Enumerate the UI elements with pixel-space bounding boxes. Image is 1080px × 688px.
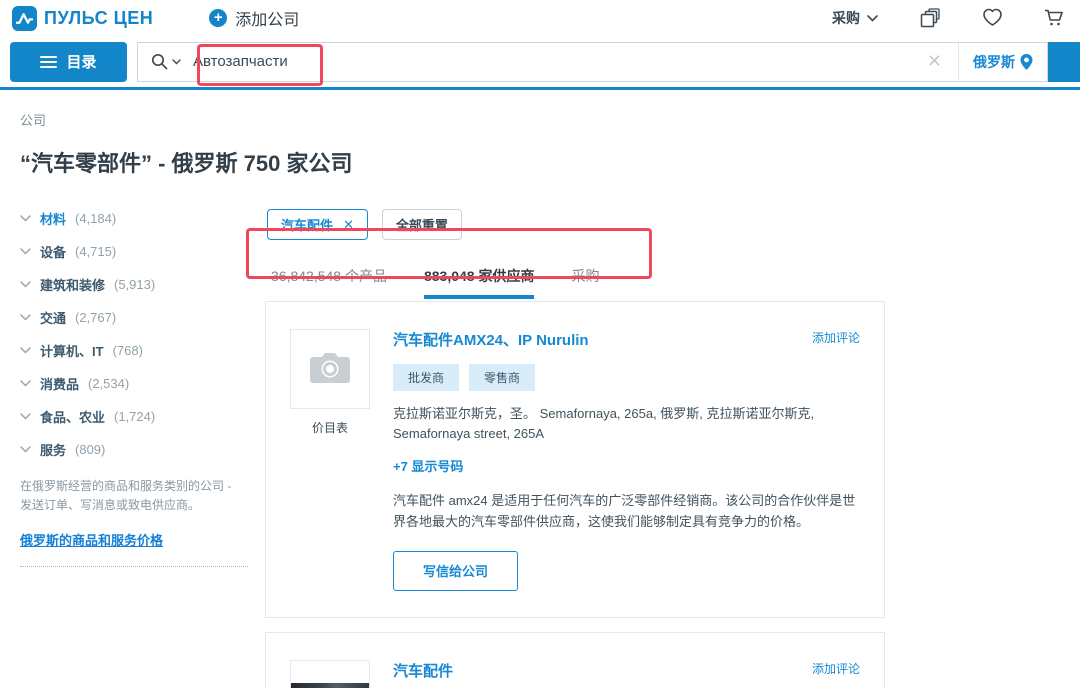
company-photo-placeholder[interactable] [290,329,370,409]
hamburger-icon [40,56,57,68]
sidebar-item-materials[interactable]: 材料 (4,184) [20,209,265,228]
region-selector[interactable]: 俄罗斯 [958,43,1047,81]
compare-icon[interactable] [920,8,940,28]
favorites-heart-icon[interactable] [982,8,1002,28]
show-phone-link[interactable]: +7 显示号码 [393,456,860,475]
chevron-down-icon [20,215,31,222]
sidebar-item-computers-it[interactable]: 计算机、IT (768) [20,341,265,360]
catalog-button[interactable]: 目录 [10,42,127,82]
filter-chip-auto-parts[interactable]: 汽车配件 ✕ [267,209,368,240]
company-photo-image [291,683,369,688]
search-type-selector[interactable] [138,53,193,70]
sidebar-item-construction[interactable]: 建筑和装修 (5,913) [20,275,265,294]
search-input[interactable] [193,53,911,70]
top-header: ПУЛЬС ЦЕН + 添加公司 采购 [0,0,1080,36]
chevron-down-icon [20,347,31,354]
chevron-down-icon [20,446,31,453]
chevron-down-icon [867,15,878,22]
sidebar-note: 在俄罗斯经营的商品和服务类别的公司 - 发送订单、写消息或致电供应商。 [20,477,245,514]
catalog-label: 目录 [66,51,96,72]
sidebar-item-services[interactable]: 服务 (809) [20,440,265,459]
reset-all-label: 全部重置 [396,215,448,234]
sidebar-item-equipment[interactable]: 设备 (4,715) [20,242,265,261]
filter-chip-label: 汽车配件 [281,215,333,234]
results-area: 汽车配件 ✕ 全部重置 36,842,548 个产品 883,048 家供应商 … [265,209,1060,688]
logo[interactable]: ПУЛЬС ЦЕН [12,6,153,31]
location-pin-icon [1020,54,1033,70]
plus-icon: + [209,9,227,27]
sidebar-item-consumer-goods[interactable]: 消费品 (2,534) [20,374,265,393]
company-card: 价目表 汽车配件 添加评论 批发商 零售商 十月镇村，呃。 121，奥斯特罗夫齐… [265,632,885,688]
reset-all-button[interactable]: 全部重置 [382,209,462,240]
badge-wholesaler: 批发商 [393,364,459,391]
tab-purchases[interactable]: 采购 [571,266,599,299]
pulse-logo-icon [12,6,37,31]
cart-icon[interactable] [1044,8,1064,28]
logo-text: ПУЛЬС ЦЕН [44,8,153,29]
company-title-link[interactable]: 汽车配件AMX24、IP Nurulin [393,329,589,350]
write-to-company-button[interactable]: 写信给公司 [393,551,518,591]
company-card: 价目表 汽车配件AMX24、IP Nurulin 添加评论 批发商 零售商 克拉… [265,301,885,618]
category-sidebar: 材料 (4,184) 设备 (4,715) 建筑和装修 (5,913) 交通 (… [20,209,265,688]
breadcrumb[interactable]: 公司 [20,110,1060,129]
chevron-down-icon [20,314,31,321]
chevron-down-icon [20,248,31,255]
company-photo[interactable] [290,660,370,688]
search-toolbar: 目录 ✕ 俄罗斯 [0,36,1080,90]
sidebar-divider [20,566,248,567]
purchases-menu[interactable]: 采购 [832,8,878,28]
tab-suppliers[interactable]: 883,048 家供应商 [424,266,535,299]
sidebar-prices-link[interactable]: 俄罗斯的商品和服务价格 [20,530,163,549]
search-icon [151,53,168,70]
remove-filter-icon[interactable]: ✕ [343,217,354,233]
chevron-down-icon [20,380,31,387]
chevron-down-icon [20,281,31,288]
add-review-link[interactable]: 添加评论 [812,329,860,346]
company-title-link[interactable]: 汽车配件 [393,660,453,681]
results-tabs: 36,842,548 个产品 883,048 家供应商 采购 [271,266,1060,299]
region-label: 俄罗斯 [973,52,1015,72]
page-title: “汽车零部件” - 俄罗斯 750 家公司 [20,146,1060,178]
add-company-label: 添加公司 [235,6,299,30]
tab-products[interactable]: 36,842,548 个产品 [271,266,387,299]
price-list-link[interactable]: 价目表 [280,419,380,436]
chevron-down-icon [20,413,31,420]
sidebar-item-transport[interactable]: 交通 (2,767) [20,308,265,327]
chevron-down-icon [172,59,181,65]
purchases-label: 采购 [832,8,860,28]
company-address: 克拉斯诺亚尔斯克，圣。 Semafornaya, 265a, 俄罗斯, 克拉斯诺… [393,404,833,443]
sidebar-item-food-agriculture[interactable]: 食品、农业 (1,724) [20,407,265,426]
company-description: 汽车配件 amx24 是适用于任何汽车的广泛零部件经销商。该公司的合作伙伴是世界… [393,490,860,533]
search-submit-button[interactable] [1048,42,1080,82]
search-box: ✕ 俄罗斯 [137,42,1048,82]
clear-search-icon[interactable]: ✕ [911,51,958,72]
camera-icon [309,352,351,386]
add-review-link[interactable]: 添加评论 [812,660,860,677]
badge-retailer: 零售商 [469,364,535,391]
add-company-button[interactable]: + 添加公司 [209,6,299,30]
